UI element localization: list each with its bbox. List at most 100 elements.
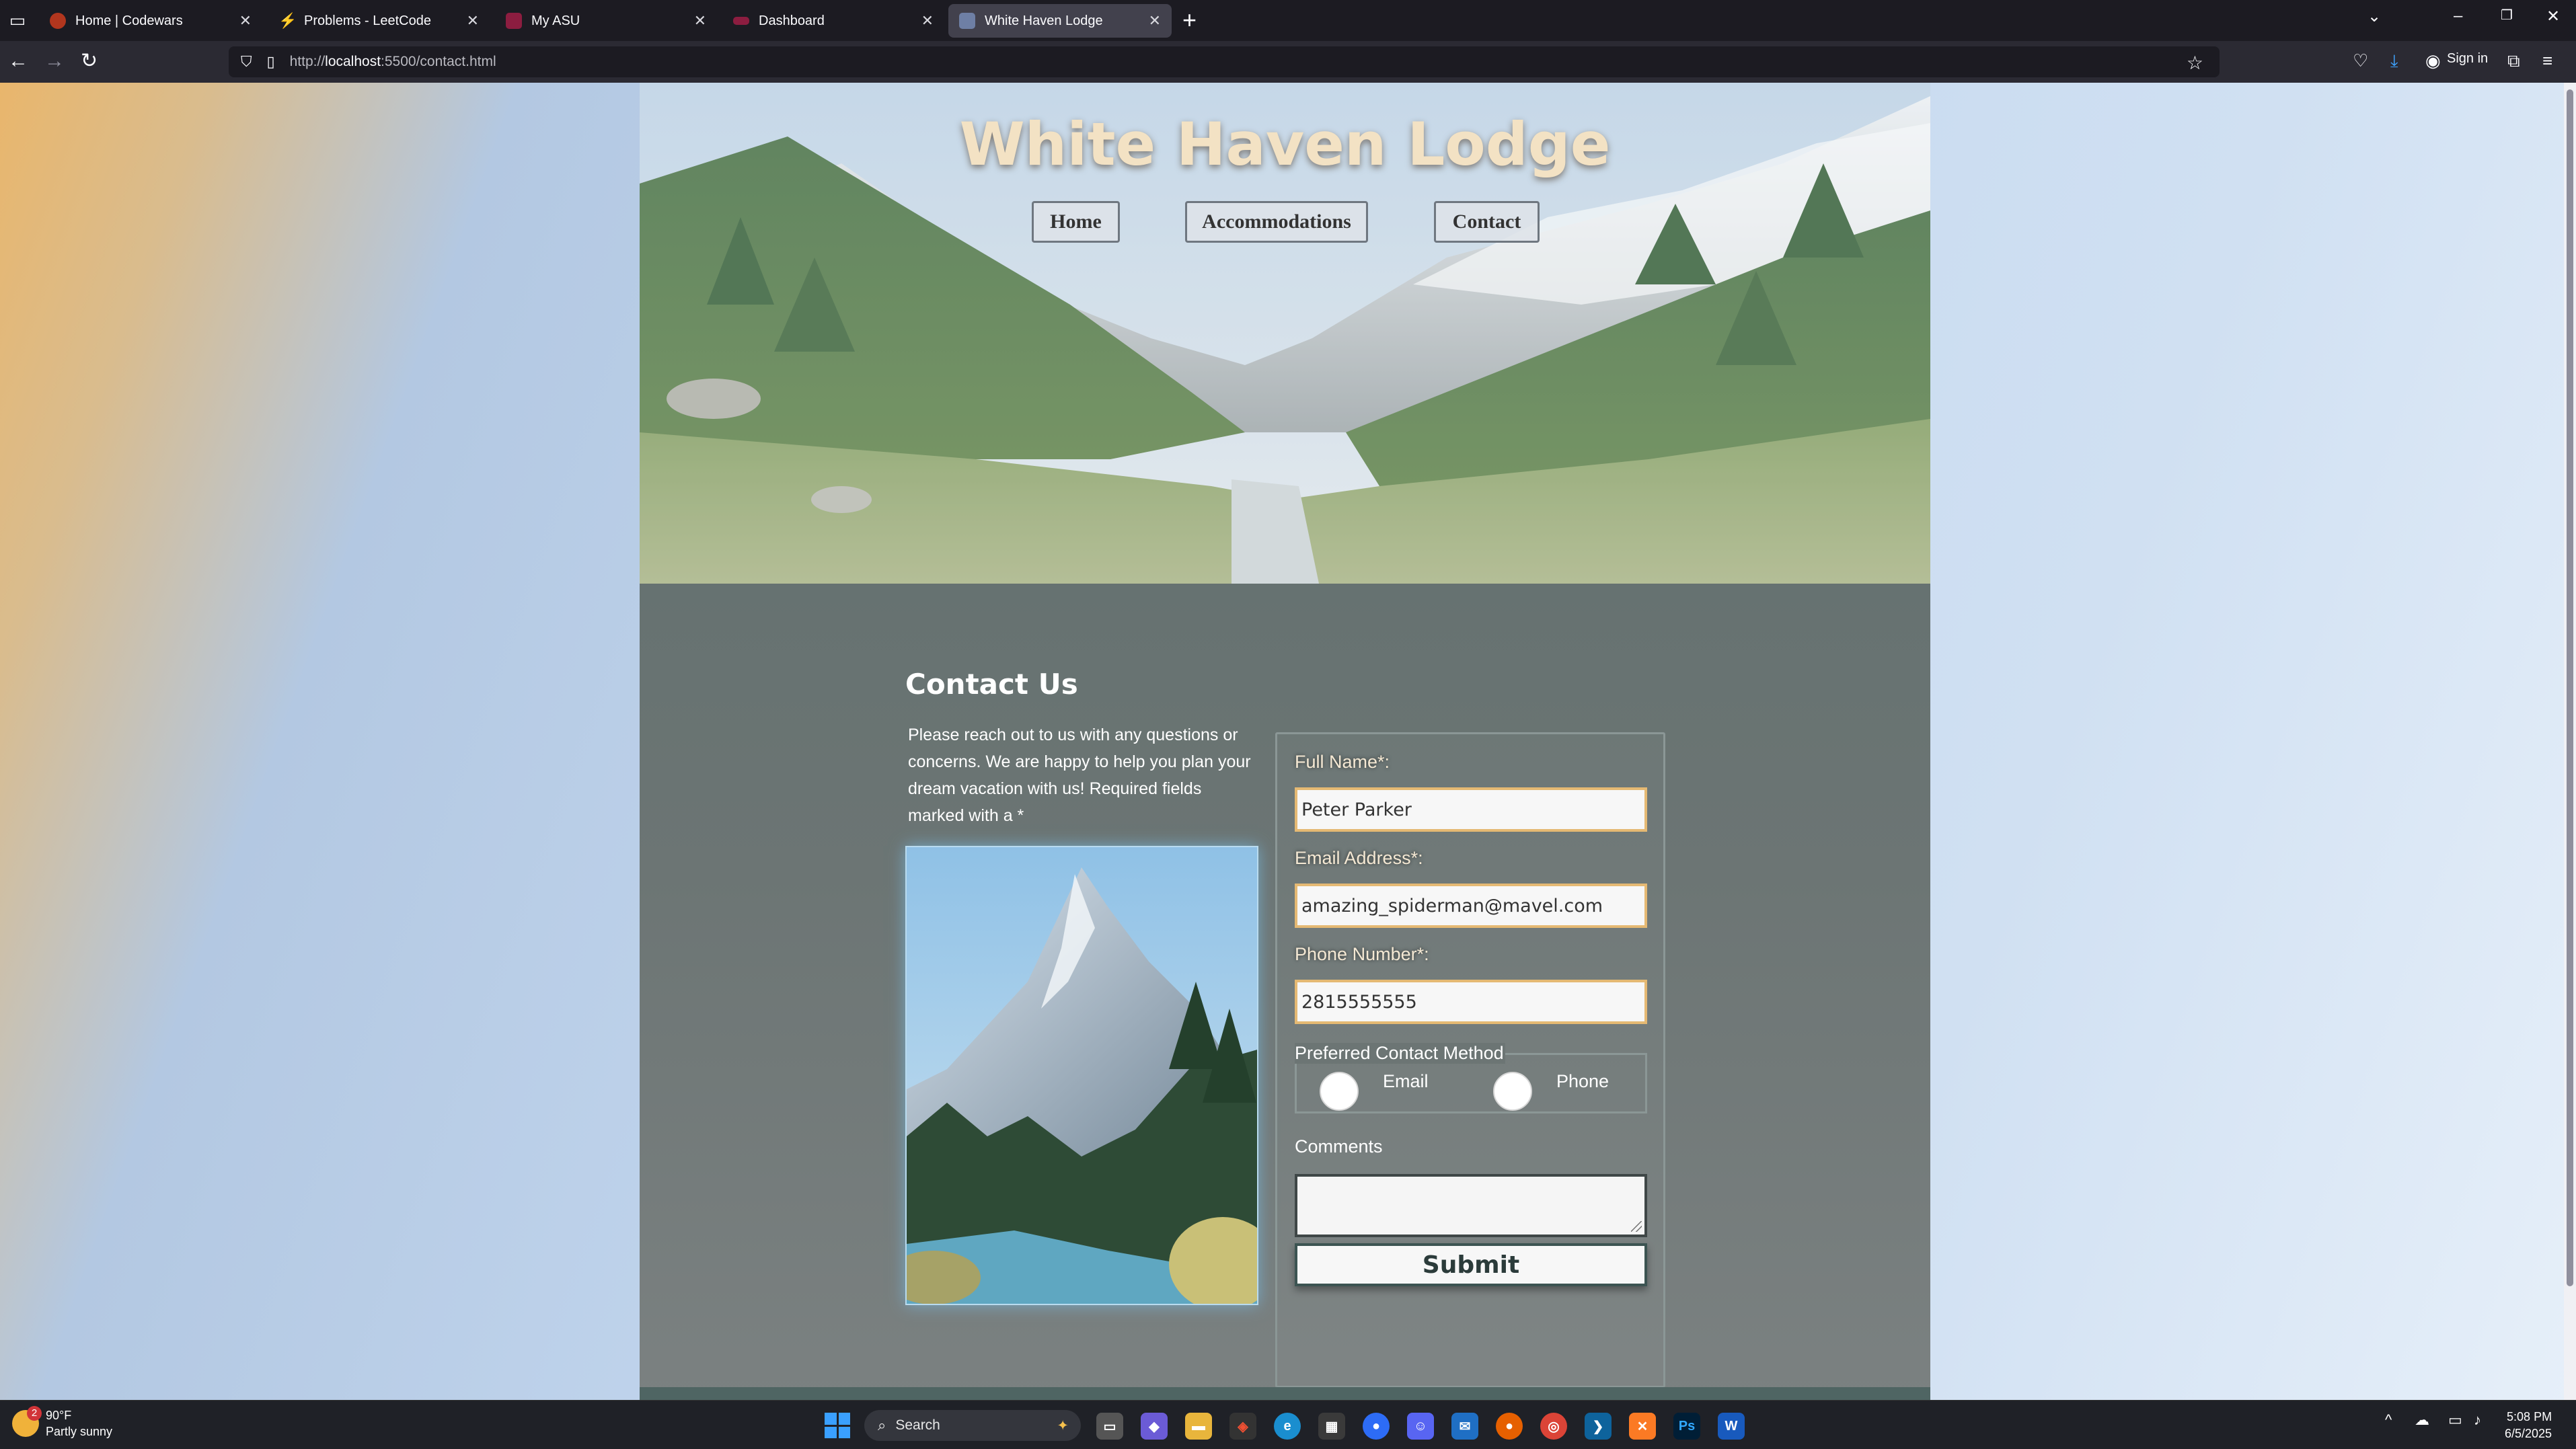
menu-icon[interactable]: ≡ <box>2542 50 2552 71</box>
pocket-icon[interactable]: ♡ <box>2353 50 2368 71</box>
mountain-photo <box>905 846 1258 1305</box>
zoom-icon[interactable]: ● <box>1363 1413 1390 1440</box>
nav-accommodations-link[interactable]: Accommodations <box>1185 201 1368 243</box>
firefox-view-icon[interactable]: ▭ <box>3 6 32 36</box>
close-icon[interactable]: ✕ <box>239 12 252 30</box>
footer-strip <box>640 1387 1930 1400</box>
intro-text: Please reach out to us with any question… <box>908 726 1251 825</box>
dashboard-icon <box>733 17 749 25</box>
onedrive-icon[interactable]: ☁ <box>2415 1411 2429 1429</box>
asu-icon <box>506 13 522 29</box>
browser-tab-bar: ▭ Home | Codewars ✕ ⚡ Problems - LeetCod… <box>0 0 2576 41</box>
bookmark-star-icon[interactable]: ☆ <box>2187 52 2203 74</box>
minimize-icon[interactable]: – <box>2454 7 2462 26</box>
partly-sunny-icon: 2 <box>12 1406 42 1437</box>
taskbar-search-label: Search <box>895 1417 940 1433</box>
close-icon[interactable]: ✕ <box>467 12 479 30</box>
store-icon[interactable]: ▦ <box>1318 1413 1345 1440</box>
discord-icon[interactable]: ☺ <box>1407 1413 1434 1440</box>
weather-temp: 90°F <box>46 1409 72 1422</box>
show-hidden-icons-icon[interactable]: ^ <box>2385 1411 2392 1429</box>
chrome-icon[interactable]: ◎ <box>1540 1413 1567 1440</box>
vscode-live-icon <box>959 13 975 29</box>
page-title: Contact Us <box>905 668 1078 701</box>
close-icon[interactable]: ✕ <box>921 12 934 30</box>
sign-in-button[interactable]: Sign in <box>2447 51 2488 67</box>
file-explorer-icon[interactable]: ▬ <box>1185 1413 1212 1440</box>
notification-badge: 2 <box>27 1406 42 1421</box>
start-button[interactable] <box>825 1413 850 1438</box>
contact-phone-label: Phone <box>1556 1071 1609 1091</box>
network-icon[interactable]: ▭ <box>2448 1411 2462 1429</box>
nav-contact-link[interactable]: Contact <box>1434 201 1540 243</box>
extensions-icon[interactable]: ⧉ <box>2507 50 2520 72</box>
full-name-input[interactable] <box>1295 787 1647 832</box>
outlook-icon[interactable]: ✉ <box>1451 1413 1478 1440</box>
contact-email-label: Email <box>1383 1071 1429 1091</box>
windows-taskbar: 2 90°F Partly sunny ⌕ Search ✦ ▭ ◆ ▬ ◈ e… <box>0 1400 2576 1449</box>
scrollbar-thumb[interactable] <box>2567 89 2573 1286</box>
edge-icon[interactable]: e <box>1274 1413 1301 1440</box>
url-text: http://localhost:5500/contact.html <box>289 54 496 69</box>
account-icon[interactable]: ◉ <box>2425 50 2441 71</box>
volume-icon[interactable]: ♪ <box>2474 1411 2481 1429</box>
tab-white-haven-lodge[interactable]: White Haven Lodge ✕ <box>948 4 1172 38</box>
tab-codewars[interactable]: Home | Codewars ✕ <box>39 4 262 38</box>
system-clock[interactable]: 5:08 PM 6/5/2025 <box>2505 1409 2552 1442</box>
address-bar[interactable]: ⛉ ▯ http://localhost:5500/contact.html ☆ <box>229 46 2220 77</box>
taskbar-search[interactable]: ⌕ Search ✦ <box>864 1410 1081 1441</box>
forward-icon[interactable]: → <box>44 49 65 73</box>
submit-button[interactable]: Submit <box>1295 1243 1647 1286</box>
tab-my-asu[interactable]: My ASU ✕ <box>495 4 717 38</box>
site-title: White Haven Lodge <box>959 110 1611 179</box>
list-all-tabs-icon[interactable]: ⌄ <box>2367 7 2381 26</box>
task-view-icon[interactable]: ▭ <box>1096 1413 1123 1440</box>
weather-desc: Partly sunny <box>46 1425 113 1438</box>
xampp-icon[interactable]: ✕ <box>1629 1413 1656 1440</box>
codewars-icon <box>50 13 66 29</box>
resize-grip-icon[interactable] <box>1631 1221 1642 1232</box>
copilot-icon[interactable]: ◆ <box>1141 1413 1168 1440</box>
page-viewport: White Haven Lodge Home Accommodations Co… <box>0 83 2576 1400</box>
git-icon[interactable]: ◈ <box>1229 1413 1256 1440</box>
new-tab-button[interactable]: + <box>1182 8 1197 32</box>
tab-label: Home | Codewars <box>75 13 183 28</box>
firefox-icon[interactable]: ● <box>1496 1413 1523 1440</box>
contact-form: Full Name*: Email Address*: Phone Number… <box>1275 732 1665 1388</box>
vscode-icon[interactable]: ❯ <box>1585 1413 1612 1440</box>
clock-date: 6/5/2025 <box>2505 1427 2552 1440</box>
page-info-icon[interactable]: ▯ <box>267 53 275 71</box>
tab-label: Dashboard <box>759 13 825 28</box>
close-icon[interactable]: ✕ <box>694 12 706 30</box>
back-icon[interactable]: ← <box>8 49 28 73</box>
weather-widget[interactable]: 2 90°F Partly sunny <box>12 1406 113 1440</box>
nav-home-link[interactable]: Home <box>1032 201 1120 243</box>
shield-icon[interactable]: ⛉ <box>241 53 252 71</box>
contact-email-radio[interactable] <box>1320 1072 1359 1111</box>
tab-label: My ASU <box>531 13 580 28</box>
downloads-icon[interactable]: ⤓ <box>2390 50 2398 72</box>
email-input[interactable] <box>1295 884 1647 928</box>
phone-input[interactable] <box>1295 980 1647 1024</box>
leetcode-icon: ⚡ <box>278 12 297 29</box>
email-label: Email Address*: <box>1295 848 1423 868</box>
page-scrollbar[interactable] <box>2564 83 2576 1400</box>
tab-label: Problems - LeetCode <box>304 13 431 28</box>
photoshop-icon[interactable]: Ps <box>1673 1413 1700 1440</box>
tab-dashboard[interactable]: Dashboard ✕ <box>722 4 944 38</box>
word-icon[interactable]: W <box>1718 1413 1745 1440</box>
phone-label: Phone Number*: <box>1295 944 1429 964</box>
close-icon[interactable]: ✕ <box>1149 12 1161 30</box>
comments-textarea[interactable] <box>1295 1174 1647 1237</box>
window-close-icon[interactable]: ✕ <box>2546 7 2560 26</box>
copilot-sparkle-icon: ✦ <box>1057 1417 1069 1434</box>
comments-label: Comments <box>1295 1136 1383 1157</box>
reload-icon[interactable]: ↻ <box>81 49 98 73</box>
clock-time: 5:08 PM <box>2507 1410 2552 1423</box>
tab-leetcode[interactable]: ⚡ Problems - LeetCode ✕ <box>268 4 490 38</box>
search-icon: ⌕ <box>878 1417 886 1434</box>
contact-phone-radio[interactable] <box>1493 1072 1532 1111</box>
tab-label: White Haven Lodge <box>985 13 1103 28</box>
restore-icon[interactable]: ❐ <box>2501 7 2513 24</box>
hero-banner: White Haven Lodge Home Accommodations Co… <box>640 83 1930 584</box>
